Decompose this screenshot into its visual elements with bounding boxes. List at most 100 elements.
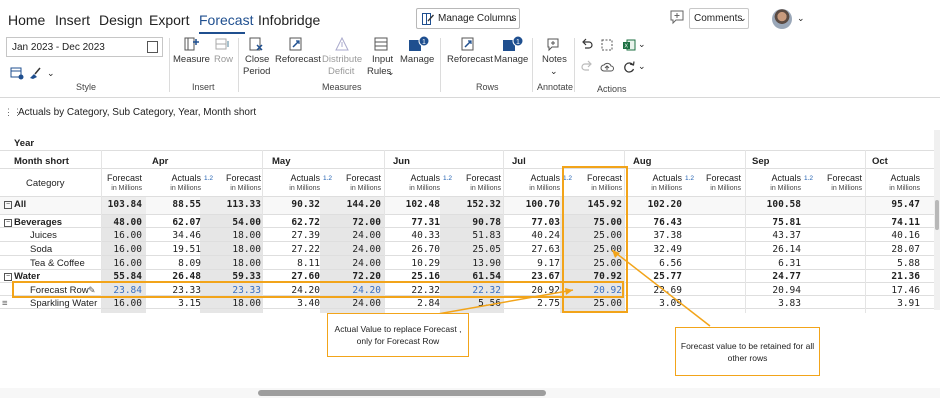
- manage-columns-button[interactable]: Manage Columns ⌄: [416, 8, 520, 29]
- column-header-forecast[interactable]: Forecast: [335, 173, 381, 183]
- data-cell[interactable]: 76.43: [634, 217, 682, 228]
- avatar[interactable]: [772, 9, 792, 29]
- column-header-actuals[interactable]: Actuals: [155, 173, 201, 183]
- data-cell[interactable]: 6.31: [753, 258, 801, 269]
- data-cell[interactable]: 5.88: [872, 258, 920, 269]
- rows-manage-button[interactable]: Manage: [494, 54, 528, 65]
- distribute-deficit-label-1[interactable]: Distribute: [322, 54, 362, 65]
- column-header-actuals[interactable]: Actuals: [874, 173, 920, 183]
- data-cell[interactable]: 10.29: [392, 258, 440, 269]
- data-cell[interactable]: 103.84: [94, 199, 142, 210]
- data-cell[interactable]: 24.00: [333, 298, 381, 309]
- data-cell[interactable]: 20.94: [753, 285, 801, 296]
- data-cell[interactable]: 25.05: [453, 244, 501, 255]
- chevron-down-icon[interactable]: ⌄: [387, 67, 395, 78]
- chevron-down-icon[interactable]: ⌄: [797, 13, 805, 24]
- data-cell[interactable]: 43.37: [753, 230, 801, 241]
- undo-icon[interactable]: [580, 38, 594, 52]
- data-cell[interactable]: 62.07: [153, 217, 201, 228]
- column-header-forecast[interactable]: Forecast: [695, 173, 741, 183]
- decimal-format-badge[interactable]: 1.2: [685, 175, 694, 182]
- data-cell[interactable]: 27.22: [272, 244, 320, 255]
- data-cell[interactable]: 2.75: [512, 298, 560, 309]
- collapse-icon[interactable]: −: [4, 273, 12, 281]
- tab-export[interactable]: Export: [149, 12, 189, 28]
- data-cell[interactable]: 13.90: [453, 258, 501, 269]
- data-cell[interactable]: 16.00: [94, 298, 142, 309]
- data-cell[interactable]: 3.83: [753, 298, 801, 309]
- insert-measure-button[interactable]: Measure: [173, 54, 210, 65]
- data-cell[interactable]: 54.00: [213, 217, 261, 228]
- data-cell[interactable]: 9.17: [512, 258, 560, 269]
- tab-insert[interactable]: Insert: [55, 12, 90, 28]
- data-cell[interactable]: 62.72: [272, 217, 320, 228]
- input-rules-label-1[interactable]: Input: [372, 54, 393, 65]
- distribute-deficit-label-2[interactable]: Deficit: [328, 66, 354, 77]
- comment-icon[interactable]: [668, 8, 686, 26]
- data-cell[interactable]: 95.47: [872, 199, 920, 210]
- column-header-forecast[interactable]: Forecast: [215, 173, 261, 183]
- horizontal-scrollbar[interactable]: [258, 390, 546, 396]
- data-cell[interactable]: 19.51: [153, 244, 201, 255]
- column-header-forecast[interactable]: Forecast: [96, 173, 142, 183]
- select-range-icon[interactable]: [600, 38, 614, 52]
- data-cell[interactable]: 3.15: [153, 298, 201, 309]
- data-cell[interactable]: 40.24: [512, 230, 560, 241]
- data-cell[interactable]: 51.83: [453, 230, 501, 241]
- data-cell[interactable]: 34.46: [153, 230, 201, 241]
- reforecast-icon[interactable]: [288, 36, 304, 52]
- data-cell[interactable]: 24.00: [333, 258, 381, 269]
- close-period-icon[interactable]: [248, 36, 264, 52]
- data-cell[interactable]: 2.84: [392, 298, 440, 309]
- manage-measures-icon[interactable]: 1: [408, 36, 430, 52]
- data-cell[interactable]: 3.40: [272, 298, 320, 309]
- data-cell[interactable]: 77.03: [512, 217, 560, 228]
- data-cell[interactable]: 18.00: [213, 244, 261, 255]
- data-cell[interactable]: 16.00: [94, 258, 142, 269]
- column-header-actuals[interactable]: Actuals: [755, 173, 801, 183]
- data-cell[interactable]: 28.07: [872, 244, 920, 255]
- close-period-label-2[interactable]: Period: [243, 66, 270, 77]
- vertical-scrollbar[interactable]: [935, 200, 939, 230]
- data-cell[interactable]: 27.63: [512, 244, 560, 255]
- data-cell[interactable]: 3.09: [634, 298, 682, 309]
- data-cell[interactable]: 113.33: [213, 199, 261, 210]
- data-cell[interactable]: 24.00: [333, 230, 381, 241]
- data-cell[interactable]: 40.33: [392, 230, 440, 241]
- data-cell[interactable]: 24.00: [333, 244, 381, 255]
- data-cell[interactable]: 24.77: [753, 271, 801, 282]
- data-cell[interactable]: 77.31: [392, 217, 440, 228]
- data-cell[interactable]: 37.38: [634, 230, 682, 241]
- decimal-format-badge[interactable]: 1.2: [204, 175, 213, 182]
- data-cell[interactable]: 72.00: [333, 217, 381, 228]
- data-cell[interactable]: 27.39: [272, 230, 320, 241]
- data-cell[interactable]: 152.32: [453, 199, 501, 210]
- data-cell[interactable]: 25.77: [634, 271, 682, 282]
- data-cell[interactable]: 88.55: [153, 199, 201, 210]
- redo-icon[interactable]: [580, 60, 594, 74]
- column-header-actuals[interactable]: Actuals: [514, 173, 560, 183]
- chevron-down-icon[interactable]: ⌄: [47, 68, 55, 79]
- collapse-icon[interactable]: −: [4, 219, 12, 227]
- table-style-icon[interactable]: [10, 66, 24, 80]
- data-cell[interactable]: 48.00: [94, 217, 142, 228]
- data-cell[interactable]: 6.56: [634, 258, 682, 269]
- data-cell[interactable]: 18.00: [213, 298, 261, 309]
- data-cell[interactable]: 26.70: [392, 244, 440, 255]
- measure-icon[interactable]: [184, 36, 200, 52]
- data-cell[interactable]: 16.00: [94, 230, 142, 241]
- data-cell[interactable]: 102.48: [392, 199, 440, 210]
- chevron-down-icon[interactable]: ⌄: [638, 61, 646, 72]
- data-cell[interactable]: 17.46: [872, 285, 920, 296]
- data-cell[interactable]: 144.20: [333, 199, 381, 210]
- rows-reforecast-button[interactable]: Reforecast: [447, 54, 493, 65]
- data-cell[interactable]: 16.00: [94, 244, 142, 255]
- row-menu-icon[interactable]: ≡: [2, 298, 8, 309]
- rows-reforecast-icon[interactable]: [460, 36, 476, 52]
- tab-home[interactable]: Home: [8, 12, 45, 28]
- data-cell[interactable]: 21.36: [872, 271, 920, 282]
- column-header-actuals[interactable]: Actuals: [636, 173, 682, 183]
- decimal-format-badge[interactable]: 1.2: [323, 175, 332, 182]
- insert-row-button[interactable]: Row: [214, 54, 233, 65]
- distribute-deficit-icon[interactable]: [334, 36, 350, 52]
